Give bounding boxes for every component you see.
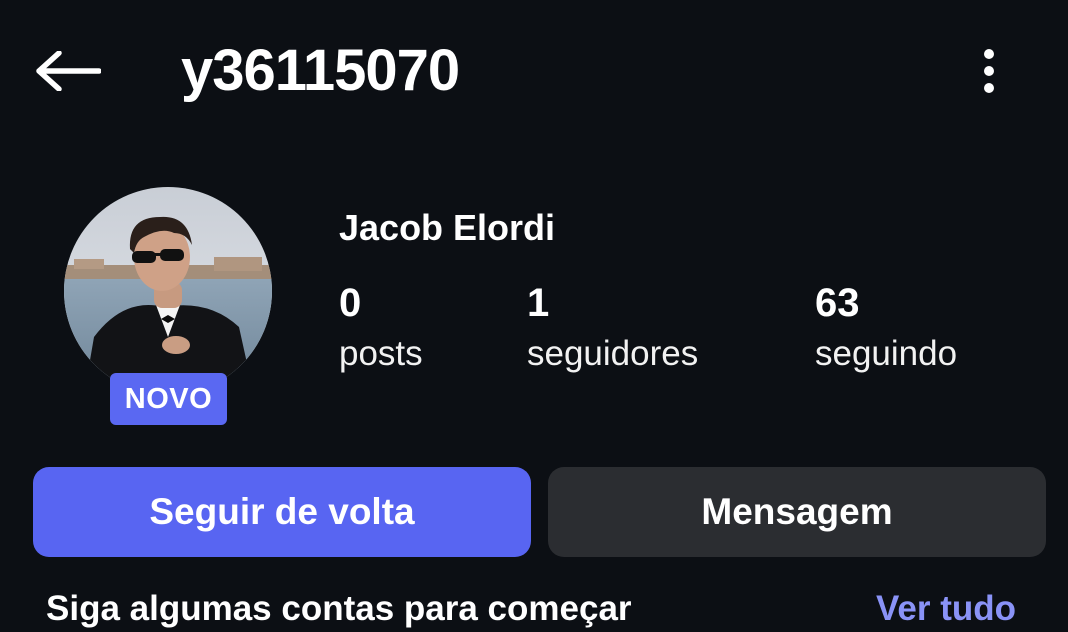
stat-following-value: 63 — [815, 281, 860, 325]
follow-back-button[interactable]: Seguir de volta — [33, 467, 531, 557]
stat-posts-value: 0 — [339, 281, 362, 325]
profile-photo — [64, 187, 272, 395]
stat-posts[interactable]: 0 posts — [339, 280, 423, 382]
more-vertical-icon — [984, 49, 994, 93]
message-button[interactable]: Mensagem — [548, 467, 1046, 557]
page-title: y36115070 — [181, 38, 460, 103]
arrow-left-icon — [36, 51, 101, 91]
avatar[interactable] — [64, 187, 272, 395]
see-all-link[interactable]: Ver tudo — [876, 586, 1016, 632]
suggestions-title: Siga algumas contas para começar — [46, 589, 632, 628]
display-name: Jacob Elordi — [339, 207, 556, 248]
stat-posts-label: posts — [339, 334, 423, 373]
back-button[interactable] — [30, 38, 106, 104]
more-options-button[interactable] — [962, 38, 1016, 104]
stat-followers[interactable]: 1 seguidores — [527, 280, 698, 382]
stat-following[interactable]: 63 seguindo — [815, 280, 957, 382]
top-bar: y36115070 — [0, 0, 1068, 140]
stat-followers-label: seguidores — [527, 334, 699, 373]
stat-followers-value: 1 — [527, 281, 550, 325]
stat-following-label: seguindo — [815, 334, 958, 373]
new-badge: NOVO — [110, 373, 227, 425]
